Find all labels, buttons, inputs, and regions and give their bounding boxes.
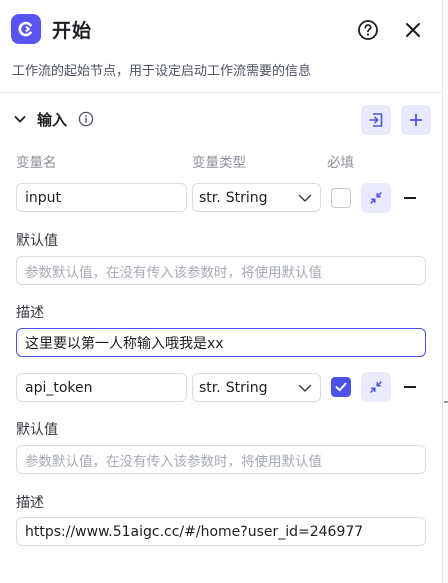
chevron-down-icon [298, 382, 312, 394]
chevron-down-icon [298, 192, 312, 204]
check-icon [335, 382, 347, 392]
help-icon[interactable] [357, 19, 379, 41]
import-button[interactable] [361, 105, 391, 135]
column-header-name: 变量名 [16, 155, 57, 171]
required-checkbox[interactable] [331, 377, 351, 397]
panel-title: 开始 [52, 20, 93, 42]
start-node-panel: 开始 工作流的起始节点，用于设定启动工作流需要的信息 输入 变量名 变量类型 必… [0, 0, 443, 583]
info-icon[interactable] [78, 111, 94, 127]
param-type-select[interactable]: str. String [192, 183, 321, 212]
import-icon [369, 113, 383, 127]
add-param-button[interactable] [401, 105, 431, 135]
param-type-select[interactable]: str. String [192, 373, 321, 402]
chevron-down-icon[interactable] [12, 111, 28, 127]
header-divider [0, 92, 443, 93]
type-label: String [225, 379, 268, 396]
param-name-input[interactable]: input [16, 183, 187, 212]
canvas-connector-stub [444, 401, 448, 403]
collapse-arrows-icon [370, 192, 382, 204]
type-prefix: str. [199, 379, 221, 396]
minus-icon [404, 386, 416, 388]
remove-param-button[interactable] [400, 377, 420, 397]
start-node-logo-icon [11, 14, 41, 44]
close-icon[interactable] [402, 19, 424, 41]
plus-icon [409, 113, 423, 127]
default-value-placeholder: 参数默认值，在没有传入该参数时，将使用默认值 [25, 453, 322, 470]
default-value-placeholder: 参数默认值，在没有传入该参数时，将使用默认值 [25, 264, 322, 281]
required-checkbox[interactable] [331, 188, 351, 208]
collapse-arrows-icon [370, 381, 382, 393]
remove-param-button[interactable] [400, 188, 420, 208]
collapse-button[interactable] [361, 372, 391, 402]
description-input[interactable]: 这里要以第一人称输入哦我是xx [16, 328, 426, 357]
param-name-input[interactable]: api_token [16, 373, 187, 402]
type-prefix: str. [199, 189, 221, 206]
node-description: 工作流的起始节点，用于设定启动工作流需要的信息 [12, 64, 312, 79]
panel-header: 开始 [0, 0, 443, 60]
default-value-label: 默认值 [16, 422, 58, 438]
default-value-label: 默认值 [16, 233, 58, 249]
description-label: 描述 [16, 495, 44, 511]
default-value-input[interactable]: 参数默认值，在没有传入该参数时，将使用默认值 [16, 445, 426, 474]
description-label: 描述 [16, 305, 44, 321]
description-input[interactable]: https://www.51aigc.cc/#/home?user_id=246… [16, 517, 426, 546]
minus-icon [404, 197, 416, 199]
input-section-title: 输入 [37, 111, 68, 129]
type-label: String [225, 189, 268, 206]
column-header-required: 必填 [327, 155, 354, 171]
collapse-button[interactable] [361, 183, 391, 213]
default-value-input[interactable]: 参数默认值，在没有传入该参数时，将使用默认值 [16, 256, 426, 285]
column-header-type: 变量类型 [192, 155, 246, 171]
